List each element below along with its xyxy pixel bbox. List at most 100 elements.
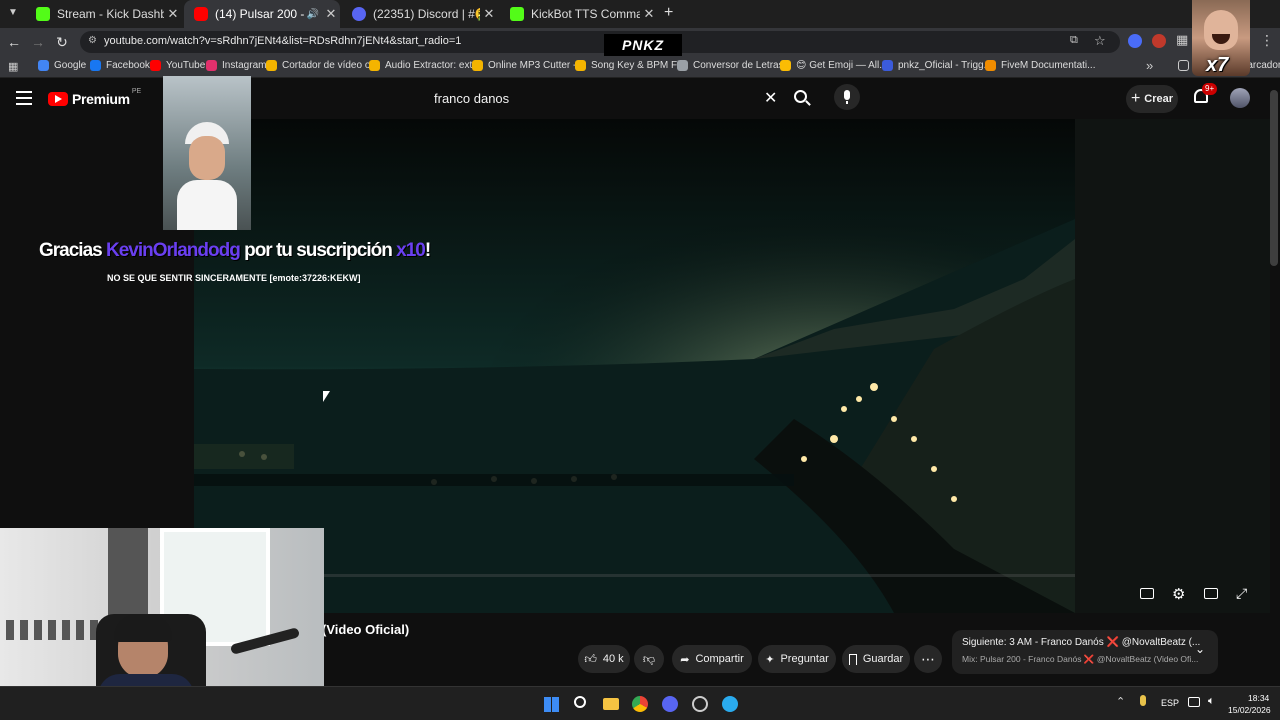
discord-taskbar-icon[interactable] <box>662 696 678 712</box>
create-button[interactable]: + Crear <box>1126 85 1178 113</box>
address-bar[interactable]: ⚙ youtube.com/watch?v=sRdhn7jENt4&list=R… <box>80 31 1120 53</box>
search-box[interactable]: franco danos ✕ <box>424 87 788 111</box>
more-actions-button[interactable]: ⋯ <box>914 645 942 673</box>
volume-icon[interactable]: 🔈︎ <box>1208 695 1215 708</box>
sparkle-icon: ✦ <box>765 653 775 666</box>
tab-title: KickBot TTS Commands <box>531 7 640 21</box>
ask-label: Preguntar <box>780 653 829 665</box>
bookmark-item[interactable]: 😊 Get Emoji — All... <box>780 60 888 71</box>
miniplayer-icon[interactable] <box>1204 588 1218 599</box>
captions-icon[interactable] <box>1140 588 1154 599</box>
taskbar-search-icon[interactable] <box>574 696 586 708</box>
tab-discord[interactable]: (22351) Discord | #🤮general🧃 ✕ <box>342 0 498 28</box>
tab-kickbot[interactable]: KickBot TTS Commands ✕ <box>500 0 658 28</box>
up-next-card[interactable]: Siguiente: 3 AM - Franco Danós ❌ @Novalt… <box>952 630 1218 674</box>
speaker-icon[interactable]: 🔊 <box>304 9 322 20</box>
alert-message: NO SE QUE SENTIR SINCERAMENTE [emote:372… <box>107 273 361 283</box>
bookmark-favicon-icon <box>150 60 161 71</box>
app-taskbar-icon[interactable] <box>692 696 708 712</box>
alert-suffix: ! <box>424 240 431 261</box>
share-button[interactable]: ➦ Compartir <box>672 645 752 673</box>
close-tab-icon[interactable]: ✕ <box>480 6 498 22</box>
telegram-icon[interactable] <box>722 696 738 712</box>
search-icon[interactable] <box>794 90 811 106</box>
tab-youtube-pulsar[interactable]: (14) Pulsar 200 - Franco Da 🔊 ✕ <box>184 0 340 28</box>
site-info-icon[interactable]: ⚙ <box>88 35 97 46</box>
bookmark-star-icon[interactable]: ☆ <box>1094 33 1106 49</box>
tray-chevron-icon[interactable]: ⌃ <box>1116 695 1125 708</box>
tab-title: (22351) Discord | #🤮general🧃 <box>373 7 480 21</box>
youtube-logo[interactable]: Premium PE <box>48 88 141 107</box>
tab-title: (14) Pulsar 200 - Franco Da <box>215 7 304 21</box>
subscription-alert: Gracias KevinOrlandodg por tu suscripció… <box>39 240 431 262</box>
dislike-button[interactable]: 👎︎ <box>634 645 664 673</box>
up-next-title: Siguiente: 3 AM - Franco Danós ❌ @Novalt… <box>962 637 1201 648</box>
close-tab-icon[interactable]: ✕ <box>640 6 658 22</box>
new-tab-button[interactable]: + <box>664 4 678 22</box>
bookmark-label: Audio Extractor: ext... <box>385 60 481 71</box>
bookmark-favicon-icon <box>472 60 483 71</box>
network-icon[interactable] <box>1188 697 1200 707</box>
bookmark-item[interactable]: Cortador de vídeo o... <box>266 60 379 71</box>
bookmark-item[interactable]: Facebook <box>90 60 150 71</box>
forward-icon[interactable]: → <box>30 34 46 50</box>
bookmark-label: FiveM Documentati... <box>1001 60 1096 71</box>
bookmarks-more[interactable]: » <box>1146 58 1153 73</box>
bookmark-item[interactable]: Google <box>38 60 86 71</box>
video-player[interactable] <box>194 119 1075 613</box>
notification-count: 9+ <box>1202 83 1218 95</box>
bookmarks-bar: ▦ Google Facebook YouTube Instagram Cortador… <box>0 56 1280 78</box>
bookmark-item[interactable]: Instagram <box>206 60 266 71</box>
bookmark-item[interactable]: Conversor de Letras... <box>677 60 792 71</box>
kick-icon <box>510 7 524 21</box>
bookmark-item[interactable]: pnkz_Oficial - Trigg... <box>882 60 992 71</box>
bookmark-favicon-icon <box>90 60 101 71</box>
extensions-puzzle-icon[interactable]: ▦ <box>1176 32 1188 48</box>
save-button[interactable]: Guardar <box>842 645 910 673</box>
thumbs-up-icon: 👍︎ <box>584 651 597 666</box>
apps-grid-icon[interactable]: ▦ <box>8 60 18 73</box>
clear-search-icon[interactable]: ✕ <box>764 88 777 108</box>
bookmark-favicon-icon <box>985 60 996 71</box>
close-tab-icon[interactable]: ✕ <box>322 6 340 22</box>
bookmark-favicon-icon <box>369 60 380 71</box>
close-tab-icon[interactable]: ✕ <box>164 6 182 22</box>
like-button[interactable]: 👍︎ 40 k <box>578 645 630 673</box>
bookmark-label: Online MP3 Cutter -... <box>488 60 585 71</box>
up-next-mix: Mix: Pulsar 200 - Franco Danós ❌ @Novalt… <box>962 654 1199 664</box>
voice-search-icon[interactable] <box>834 84 860 110</box>
chevron-down-icon[interactable]: ⌄ <box>1195 642 1205 656</box>
bookmark-item[interactable]: Audio Extractor: ext... <box>369 60 481 71</box>
clock-date[interactable]: 15/02/2026 <box>1228 705 1271 715</box>
windows-start-icon[interactable] <box>544 697 559 712</box>
avatar[interactable] <box>1230 88 1250 108</box>
back-icon[interactable]: ← <box>6 34 22 50</box>
extension-icon[interactable] <box>1152 34 1166 48</box>
menu-icon[interactable]: ⋮ <box>1260 32 1274 49</box>
fullscreen-icon[interactable]: ⤢ <box>1236 585 1247 602</box>
hamburger-menu-icon[interactable] <box>16 91 32 105</box>
extension-icon[interactable] <box>1128 34 1142 48</box>
tab-search-button[interactable]: ▼ <box>6 7 20 21</box>
clock-time[interactable]: 18:34 <box>1248 693 1269 703</box>
bookmark-label: 😊 Get Emoji — All... <box>796 60 888 71</box>
microphone-tray-icon[interactable] <box>1140 695 1146 706</box>
discord-icon <box>352 7 366 21</box>
reload-icon[interactable]: ↻ <box>54 34 70 50</box>
install-icon[interactable]: ⧉ <box>1070 34 1078 47</box>
tab-title: Stream - Kick Dashboard <box>57 7 164 21</box>
bookmark-item[interactable]: FiveM Documentati... <box>985 60 1095 71</box>
ask-button[interactable]: ✦ Preguntar <box>758 645 836 673</box>
file-explorer-icon[interactable] <box>603 698 619 710</box>
bookmark-item[interactable]: YouTube <box>150 60 205 71</box>
search-input[interactable]: franco danos <box>434 91 509 106</box>
language-indicator[interactable]: ESP <box>1161 698 1179 708</box>
bookmark-favicon-icon <box>575 60 586 71</box>
bookmark-label: Cortador de vídeo o... <box>282 60 379 71</box>
settings-gear-icon[interactable]: ⚙ <box>1172 585 1185 603</box>
bookmark-item[interactable]: Song Key & BPM Fi... <box>575 60 688 71</box>
bookmark-item[interactable]: Online MP3 Cutter -... <box>472 60 585 71</box>
chrome-icon[interactable] <box>632 696 648 712</box>
scrollbar[interactable] <box>1270 90 1278 266</box>
tab-kick-dashboard[interactable]: Stream - Kick Dashboard ✕ <box>26 0 182 28</box>
